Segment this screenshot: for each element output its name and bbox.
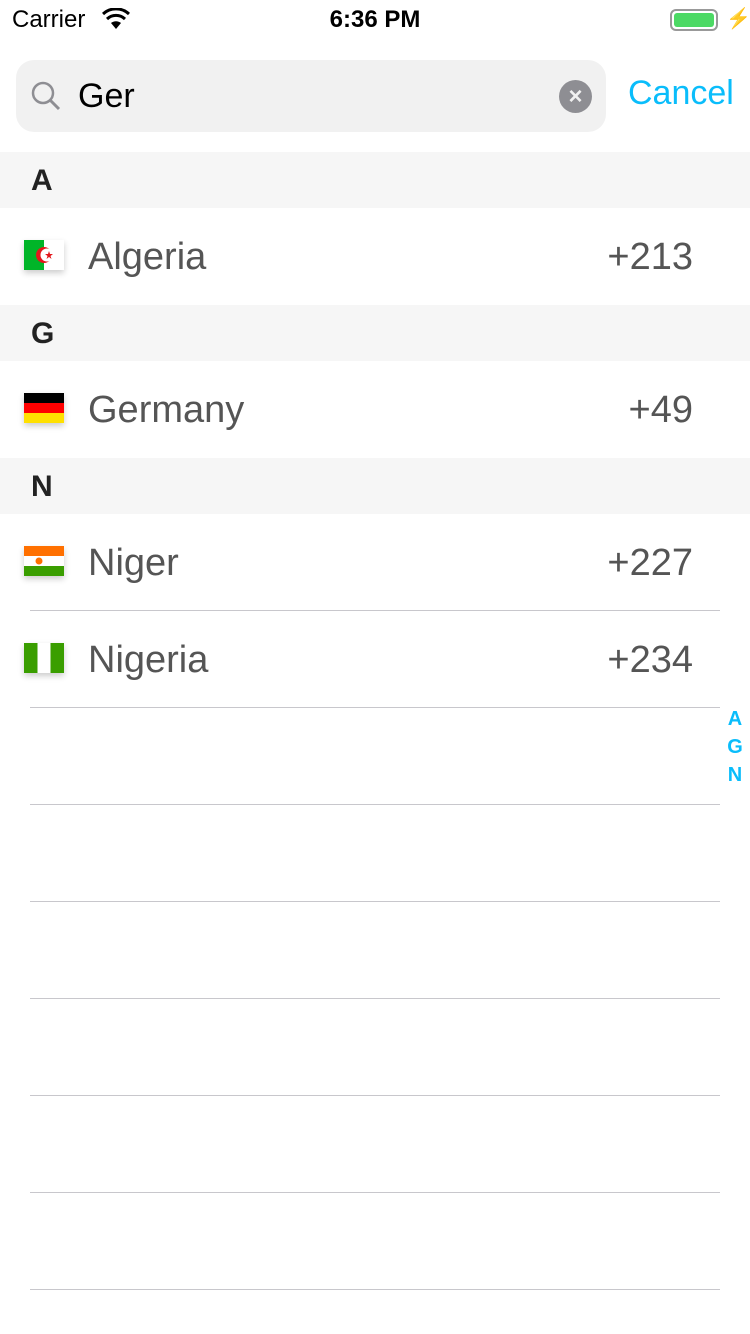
nigeria-flag-icon (24, 643, 64, 673)
row-separator (30, 1192, 720, 1193)
battery-icon (670, 9, 718, 31)
clear-search-button[interactable]: × (559, 80, 592, 113)
charging-icon: ⚡ (726, 8, 750, 30)
country-name: Niger (88, 542, 179, 584)
niger-flag-icon (24, 546, 64, 576)
germany-flag-icon (24, 393, 64, 423)
clock: 6:36 PM (329, 6, 421, 33)
country-name: Germany (88, 389, 245, 431)
search-input[interactable]: Ger (78, 77, 135, 116)
search-icon (31, 81, 61, 111)
index-letter-g[interactable]: G (726, 733, 744, 761)
row-separator (30, 1289, 720, 1290)
country-row-germany[interactable]: Germany +49 (0, 361, 750, 458)
section-header-a: A (0, 152, 750, 208)
row-separator (30, 901, 720, 902)
section-index[interactable]: A G N (726, 705, 744, 789)
country-name: Nigeria (88, 639, 209, 681)
row-separator (30, 998, 720, 999)
country-name: Algeria (88, 236, 207, 278)
country-row-nigeria[interactable]: Nigeria +234 (0, 611, 750, 708)
index-letter-n[interactable]: N (726, 761, 744, 789)
row-separator (30, 1095, 720, 1096)
row-separator (30, 707, 720, 708)
dial-code: +234 (607, 639, 693, 681)
row-separator (30, 804, 720, 805)
country-row-niger[interactable]: Niger +227 (0, 514, 750, 611)
dial-code: +227 (607, 542, 693, 584)
country-row-algeria[interactable]: Algeria +213 (0, 208, 750, 305)
dial-code: +213 (607, 236, 693, 278)
section-header-n: N (0, 458, 750, 514)
search-field[interactable]: Ger × (16, 60, 606, 132)
dial-code: +49 (628, 389, 693, 431)
algeria-flag-icon (24, 240, 64, 270)
section-header-g: G (0, 305, 750, 361)
status-bar: Carrier 6:36 PM ⚡ (0, 0, 750, 40)
cancel-button[interactable]: Cancel (628, 74, 734, 113)
index-letter-a[interactable]: A (726, 705, 744, 733)
